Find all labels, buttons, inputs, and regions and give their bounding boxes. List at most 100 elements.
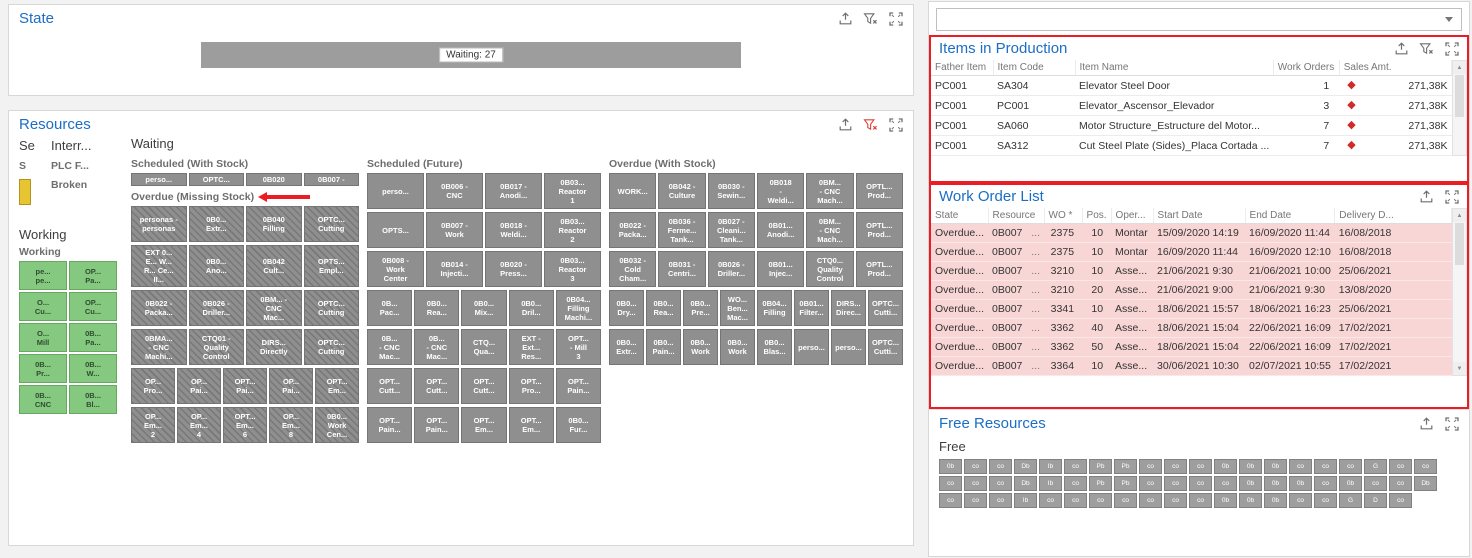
waiting-resource-tile[interactable]: 0B0... Pre... — [683, 290, 718, 326]
expand-icon[interactable] — [888, 117, 903, 132]
export-icon[interactable] — [1394, 41, 1409, 56]
waiting-resource-tile[interactable]: 0B042 - Culture — [658, 173, 706, 209]
column-header-sales-amt[interactable]: Sales Amt. — [1339, 60, 1453, 76]
waiting-resource-tile[interactable]: OPT... Em... — [508, 407, 554, 443]
scroll-thumb[interactable] — [1455, 75, 1464, 117]
waiting-resource-tile[interactable]: 0B0... Rea... — [646, 290, 681, 326]
waiting-resource-tile[interactable]: WO... Ben... Mac... — [720, 290, 755, 326]
free-resource-tile[interactable]: co — [1164, 493, 1187, 508]
working-resource-tile[interactable]: 0B... Pr... — [19, 354, 67, 383]
waiting-resource-tile[interactable]: 0B0... Work — [683, 329, 718, 365]
waiting-resource-tile[interactable]: 0B022 - Packa... — [609, 212, 657, 248]
clear-filter-icon[interactable] — [1419, 42, 1434, 56]
free-resource-tile[interactable]: 0b — [1214, 459, 1237, 474]
waiting-resource-tile[interactable]: personas - personas — [131, 206, 187, 242]
items-row[interactable]: PC001 PC001 Elevator_Ascensor_Elevador 3 ◆ 27… — [931, 95, 1452, 116]
waiting-resource-tile[interactable]: 0B0... Ano... — [188, 245, 244, 287]
free-resource-tile[interactable]: Db — [1414, 476, 1437, 491]
free-resource-tile[interactable]: co — [1139, 459, 1162, 474]
items-scrollbar[interactable]: ▲ — [1452, 60, 1467, 156]
waiting-resource-tile[interactable]: OPTL... Prod... — [855, 173, 903, 209]
waiting-resource-tile[interactable]: OP... Pai... — [177, 368, 221, 404]
items-row[interactable]: PC001 SA060 Motor Structure_Estructure del… — [931, 115, 1452, 136]
free-resource-tile[interactable]: co — [939, 493, 962, 508]
scroll-up-button[interactable]: ▲ — [1453, 61, 1466, 74]
free-resource-tile[interactable]: co — [1064, 476, 1087, 491]
free-resource-tile[interactable]: 0b — [1339, 476, 1362, 491]
free-resource-tile[interactable]: co — [1339, 459, 1362, 474]
expand-icon[interactable] — [1444, 416, 1459, 431]
free-resource-tile[interactable]: Db — [1014, 476, 1037, 491]
waiting-resource-tile[interactable]: OPTC... — [188, 173, 244, 186]
waiting-resource-tile[interactable]: 0B01... Injec... — [756, 251, 805, 287]
free-resource-tile[interactable]: co — [1039, 493, 1062, 508]
free-resource-tile[interactable]: 0b — [1289, 476, 1312, 491]
free-resource-tile[interactable]: 0b — [1264, 493, 1287, 508]
free-resource-tile[interactable]: Ib — [1039, 476, 1062, 491]
free-resource-tile[interactable]: co — [989, 493, 1012, 508]
waiting-resource-tile[interactable]: 0B006 - CNC — [426, 173, 483, 209]
waiting-resource-tile[interactable]: 0B018- Weldi... — [756, 173, 805, 209]
working-resource-tile[interactable]: OP... Pa... — [69, 261, 117, 290]
waiting-resource-tile[interactable]: 0B0... Extr... — [188, 206, 244, 242]
free-resource-tile[interactable]: Pb — [1089, 476, 1112, 491]
waiting-resource-tile[interactable]: OPT... Em... 6 — [223, 407, 267, 443]
waiting-resource-tile[interactable]: OPT... Cutt... — [367, 368, 413, 404]
free-resource-tile[interactable]: 0b — [1264, 476, 1287, 491]
waiting-resource-tile[interactable]: CTQ01 - Quality Control — [188, 329, 244, 365]
free-resource-tile[interactable]: co — [1364, 476, 1387, 491]
waiting-resource-tile[interactable]: CTQ0... Quality Control — [806, 251, 854, 287]
filter-dropdown[interactable] — [936, 8, 1462, 31]
waiting-resource-tile[interactable]: 0B007 - — [303, 173, 359, 186]
free-resource-tile[interactable]: co — [1389, 476, 1412, 491]
column-header-item-code[interactable]: Item Code — [993, 60, 1076, 76]
free-resource-tile[interactable]: 0b — [1239, 476, 1262, 491]
scroll-thumb[interactable] — [1455, 223, 1464, 265]
waiting-resource-tile[interactable]: EXT - Ext... Res... — [508, 329, 554, 365]
free-resource-tile[interactable]: G — [1339, 493, 1362, 508]
free-resource-tile[interactable]: co — [1189, 493, 1212, 508]
free-resource-tile[interactable]: co — [964, 476, 987, 491]
free-resource-tile[interactable]: co — [1289, 459, 1312, 474]
waiting-resource-tile[interactable]: perso... — [794, 329, 829, 365]
expand-icon[interactable] — [1444, 41, 1459, 56]
column-header-start-date[interactable]: Start Date — [1153, 208, 1246, 224]
free-resource-tile[interactable]: co — [1314, 459, 1337, 474]
free-resource-tile[interactable]: 0b — [1239, 459, 1262, 474]
waiting-resource-tile[interactable]: 0B03... Reactor 1 — [544, 173, 601, 209]
export-icon[interactable] — [838, 11, 853, 26]
waiting-resource-tile[interactable]: OPT... Pain... — [555, 368, 602, 404]
free-resource-tile[interactable]: co — [1289, 493, 1312, 508]
waiting-resource-tile[interactable]: OPTC... Cutti... — [868, 329, 903, 365]
waiting-resource-tile[interactable]: 0B007 - Work — [426, 212, 483, 248]
waiting-resource-tile[interactable]: 0B032 - Cold Cham... — [609, 251, 657, 287]
free-resource-tile[interactable]: co — [1389, 493, 1412, 508]
column-header-father-item[interactable]: Father Item — [931, 60, 994, 76]
waiting-resource-tile[interactable]: 0B01... Filter... — [794, 290, 829, 326]
work-order-row[interactable]: Overdue... 0B007... 3362 40 Asse... 18/06/202… — [931, 318, 1452, 338]
working-resource-tile[interactable]: 0B... Pa... — [69, 323, 117, 352]
waiting-resource-tile[interactable]: OP... Pai... — [269, 368, 313, 404]
waiting-resource-tile[interactable]: 0BM... - CNC Mach... — [806, 173, 854, 209]
waiting-resource-tile[interactable]: 0B030 - Sewin... — [707, 173, 755, 209]
waiting-resource-tile[interactable]: 0B04... Filling Machi... — [555, 290, 602, 326]
waiting-resource-tile[interactable]: 0B026 - Driller... — [707, 251, 755, 287]
waiting-resource-tile[interactable]: OPT... - Mill 3 — [555, 329, 602, 365]
waiting-resource-tile[interactable]: 0B026 - Driller... — [188, 290, 244, 326]
items-row[interactable]: PC001 SA304 Elevator Steel Door 1 ◆ 271,38K — [931, 75, 1452, 96]
free-resource-tile[interactable]: co — [939, 476, 962, 491]
waiting-resource-tile[interactable]: OP... Pro... — [131, 368, 175, 404]
free-resource-tile[interactable]: co — [1414, 459, 1437, 474]
free-resource-tile[interactable]: co — [1164, 476, 1187, 491]
waiting-resource-tile[interactable]: 0B014 - Injecti... — [426, 251, 483, 287]
waiting-resource-tile[interactable]: 0B008 - Work Center — [367, 251, 424, 287]
work-order-scrollbar[interactable]: ▲ ▼ — [1452, 208, 1467, 376]
free-resource-tile[interactable]: co — [1164, 459, 1187, 474]
free-resource-tile[interactable]: co — [1064, 459, 1087, 474]
waiting-resource-tile[interactable]: OPT... Em... — [315, 368, 359, 404]
working-resource-tile[interactable]: OP... Cu... — [69, 292, 117, 321]
waiting-resource-tile[interactable]: 0BM... - CNC Mach... — [806, 212, 854, 248]
waiting-resource-tile[interactable]: 0B0... Dry... — [609, 290, 644, 326]
waiting-resource-tile[interactable]: OPTS... — [367, 212, 424, 248]
free-resource-tile[interactable]: co — [1114, 493, 1137, 508]
